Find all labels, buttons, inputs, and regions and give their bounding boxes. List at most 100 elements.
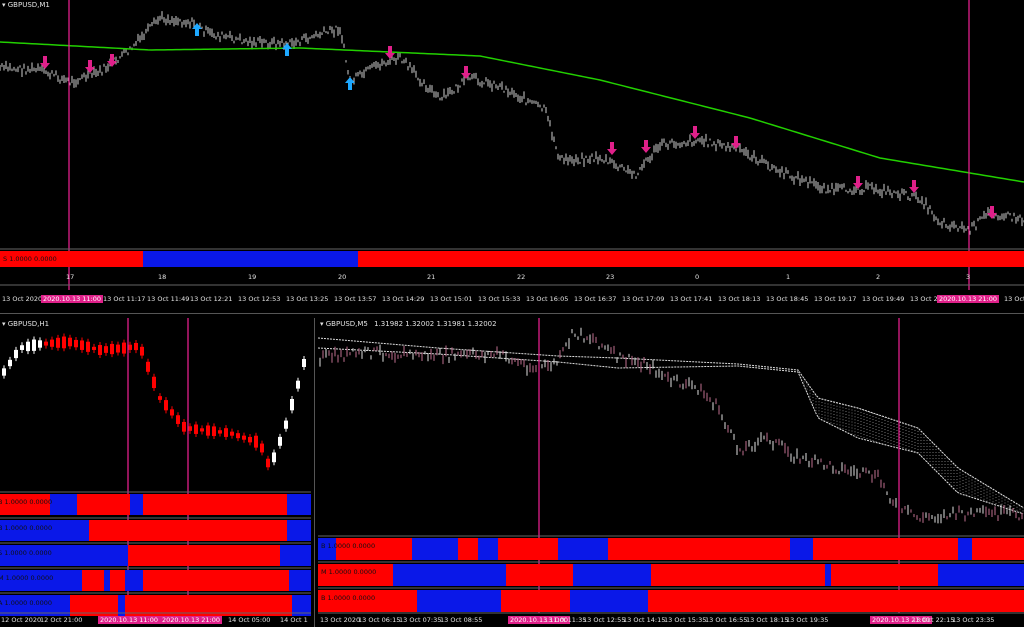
time-label: 13 Oct 18:45	[766, 295, 809, 303]
signal-strip-segment	[648, 590, 1024, 612]
strip-label: A 1.0000 0.0000	[0, 599, 53, 607]
h1-candle-body	[200, 428, 204, 432]
time-label: 13 Oct 19:49	[862, 295, 905, 303]
time-label: 12 Oct 2020	[1, 616, 42, 624]
m1-chart-pane[interactable]: ▾ GBPUSD,M1 S 1.0000 0.0000 17 18 19 20 21 22…	[0, 0, 1024, 305]
sell-arrow-icon	[607, 142, 617, 155]
time-label: 13 Oct 13:25	[286, 295, 329, 303]
signal-strip-segment	[287, 520, 311, 541]
collapse-triangle-icon[interactable]: ▾	[2, 320, 6, 328]
m1-chart-title-row: ▾ GBPUSD,M1	[2, 1, 50, 9]
strip-label: S 1.0000 0.0000	[0, 549, 52, 557]
m1-strip-label: S 1.0000 0.0000	[3, 255, 57, 263]
h1-candle-body	[98, 345, 102, 355]
vertical-splitter[interactable]	[314, 318, 315, 627]
time-label: 13 Oct 2020	[320, 616, 361, 624]
h1-chart-title-row: ▾ GBPUSD,H1	[2, 320, 49, 328]
h1-candle-body	[80, 340, 84, 350]
horizontal-splitter[interactable]	[0, 313, 1024, 314]
hour-label: 2	[876, 273, 881, 281]
signal-strip-segment	[412, 538, 458, 560]
collapse-triangle-icon[interactable]: ▾	[320, 320, 324, 328]
m5-chart-title: GBPUSD,M5	[325, 320, 368, 328]
time-label: 13 Oct 2020	[2, 295, 43, 303]
h1-candle-body	[248, 436, 252, 443]
time-label: 13 Oct 12:21	[190, 295, 233, 303]
h1-candle-body	[158, 396, 162, 400]
signal-strip-segment	[89, 520, 287, 541]
time-label: 12 Oct 21:00	[40, 616, 83, 624]
h1-candle-body	[104, 346, 108, 353]
h1-candle-body	[152, 376, 156, 389]
ichimoku-span-a	[317, 337, 1024, 508]
strip-label: M 1.0000 0.0000	[321, 568, 377, 576]
h1-candle-body	[92, 346, 96, 350]
h1-candle-body	[2, 368, 6, 376]
time-label: 13 Oct	[1004, 295, 1024, 303]
time-label: 13 Oct 19:17	[814, 295, 857, 303]
m5-price-chart[interactable]	[317, 318, 1024, 627]
time-label: 13 Oct 07:35	[399, 616, 442, 624]
h1-candle-body	[284, 420, 288, 429]
h1-candle-body	[134, 342, 138, 351]
signal-strip-segment	[280, 545, 311, 566]
signal-strip-segment	[143, 494, 287, 515]
h1-candle-body	[56, 337, 60, 348]
h1-candle-body	[212, 426, 216, 437]
hour-label: 22	[517, 273, 526, 281]
h1-candle-body	[170, 409, 174, 416]
time-label: 2020.10.13 11:00	[41, 295, 104, 303]
signal-strip-segment	[104, 570, 110, 591]
hour-label: 1	[786, 273, 791, 281]
h1-candle-body	[26, 341, 30, 352]
h1-candle-body	[230, 431, 234, 436]
signal-strip-segment	[498, 538, 558, 560]
hour-label: 0	[695, 273, 700, 281]
h1-candle-body	[254, 435, 258, 448]
signal-strip-segment	[972, 538, 1024, 560]
moving-average-line	[0, 41, 1024, 183]
collapse-triangle-icon[interactable]: ▾	[2, 1, 6, 9]
time-label: 13 Oct 16:05	[526, 295, 569, 303]
time-label: 13 Oct 08:55	[440, 616, 483, 624]
signal-strip-segment	[573, 564, 651, 586]
h1-chart-pane[interactable]: ▾ GBPUSD,H1 B 1.0000 0.0000 B 1.0000 0.00…	[0, 318, 311, 627]
h1-candle-body	[266, 458, 270, 468]
time-label: 13 Oct 12:53	[238, 295, 281, 303]
ichimoku-span-b	[317, 347, 1024, 515]
time-label: 13 Oct 15:33	[478, 295, 521, 303]
signal-strip-segment	[77, 494, 130, 515]
time-label: 13 Oct 14:15	[623, 616, 666, 624]
hour-label: 18	[158, 273, 167, 281]
signal-strip-segment	[82, 570, 104, 591]
signal-strip-segment	[393, 564, 506, 586]
h1-candle-body	[20, 345, 24, 350]
signal-strip-segment	[506, 564, 573, 586]
h1-candle-body	[68, 337, 72, 347]
signal-strip-segment	[608, 538, 790, 560]
time-label: 13 Oct 13:57	[334, 295, 377, 303]
time-label: 13 Oct 18:13	[718, 295, 761, 303]
m1-price-chart[interactable]	[0, 0, 1024, 305]
h1-candle-body	[218, 430, 222, 434]
h1-chart-title: GBPUSD,H1	[7, 320, 50, 328]
signal-strip-segment	[958, 538, 972, 560]
signal-strip-segment	[417, 590, 501, 612]
hour-label: 20	[338, 273, 347, 281]
h1-candle-body	[110, 343, 114, 355]
signal-strip-segment	[813, 538, 958, 560]
h1-candle-body	[290, 399, 294, 411]
signal-strip-segment	[289, 570, 311, 591]
hour-label: 19	[248, 273, 257, 281]
time-label: 13 Oct 06:15	[358, 616, 401, 624]
h1-candle-body	[74, 339, 78, 348]
m5-chart-pane[interactable]: ▾ GBPUSD,M5 1.31982 1.32002 1.31981 1.32…	[317, 318, 1024, 627]
hour-label: 17	[66, 273, 75, 281]
sell-arrow-icon	[690, 126, 700, 139]
h1-candle-body	[38, 340, 42, 348]
strip-label: B 1.0000 0.0000	[0, 524, 53, 532]
time-label: 13 Oct 15:01	[430, 295, 473, 303]
h1-candle-body	[50, 339, 54, 347]
signal-strip-segment	[143, 545, 280, 566]
time-label: 13 Oct 17:09	[622, 295, 665, 303]
